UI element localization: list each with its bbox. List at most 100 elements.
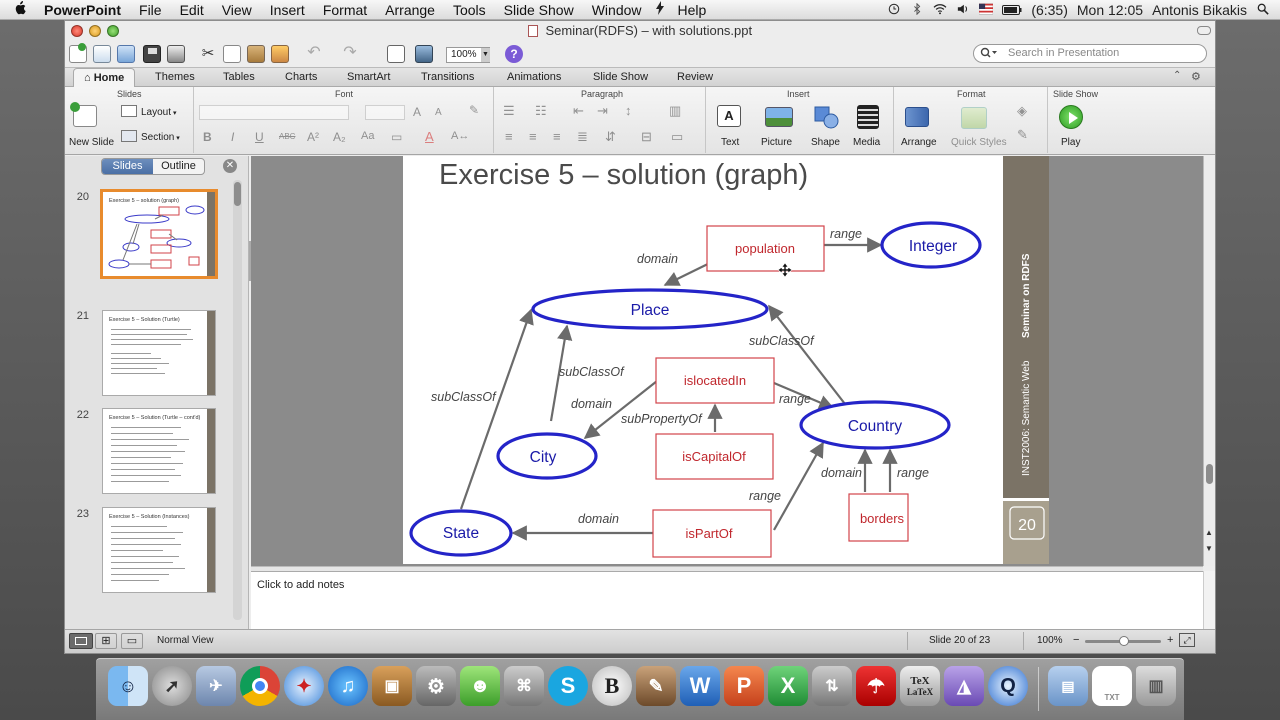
- bbedit-icon[interactable]: B: [592, 666, 632, 706]
- minimize-window-button[interactable]: [89, 25, 101, 37]
- tab-charts[interactable]: Charts: [285, 71, 317, 83]
- line-spacing-icon[interactable]: ↕: [625, 103, 632, 118]
- wifi-icon[interactable]: [933, 2, 947, 18]
- word-icon[interactable]: W: [680, 666, 720, 706]
- toolbar-toggle-button[interactable]: [1197, 26, 1211, 35]
- insert-text-button[interactable]: A Text: [713, 103, 749, 149]
- quicktime-icon[interactable]: Q: [988, 666, 1028, 706]
- search-input[interactable]: Search in Presentation: [973, 44, 1207, 63]
- adobe-reader-icon[interactable]: ☂: [856, 666, 896, 706]
- slide-scroll-thumb[interactable]: [1206, 464, 1213, 484]
- strikethrough-icon[interactable]: ABC: [279, 132, 295, 141]
- shape-fill-icon[interactable]: ◈: [1017, 103, 1027, 119]
- notes-scrollbar[interactable]: [1203, 571, 1215, 629]
- zoom-slider[interactable]: [1085, 636, 1161, 646]
- print-icon[interactable]: [167, 45, 185, 63]
- skype-icon[interactable]: S: [548, 666, 588, 706]
- slide-sorter-button[interactable]: ⊞: [95, 633, 117, 649]
- spotlight-icon[interactable]: [1256, 2, 1270, 18]
- tab-tables[interactable]: Tables: [223, 71, 255, 83]
- powerpoint-icon[interactable]: P: [724, 666, 764, 706]
- zoom-dropdown-arrow-icon[interactable]: ▼: [481, 48, 490, 62]
- launchpad-icon[interactable]: ➚: [152, 666, 192, 706]
- columns-icon[interactable]: ▥: [669, 103, 681, 119]
- section-button[interactable]: Section ▾: [121, 130, 180, 143]
- align-center-icon[interactable]: ≡: [529, 129, 537, 144]
- apple-menu-icon[interactable]: [0, 0, 35, 19]
- slide-thumbnail[interactable]: Exercise 5 – Solution (Turtle – cont'd): [102, 408, 216, 494]
- save-icon[interactable]: [143, 45, 161, 63]
- text-direction-icon[interactable]: ⇵: [605, 129, 616, 145]
- menu-format[interactable]: Format: [314, 2, 376, 18]
- highlight-color-icon[interactable]: ▭: [391, 130, 402, 144]
- preview-app-icon[interactable]: ✈: [196, 666, 236, 706]
- align-right-icon[interactable]: ≡: [553, 129, 561, 144]
- zoom-window-button[interactable]: [107, 25, 119, 37]
- normal-view-button[interactable]: [69, 633, 93, 649]
- texnicle-icon[interactable]: ◮: [944, 666, 984, 706]
- convert-smartart-icon[interactable]: ▭: [671, 129, 683, 145]
- menu-window[interactable]: Window: [583, 2, 651, 18]
- menu-app-name[interactable]: PowerPoint: [35, 2, 130, 18]
- zoom-slider-knob[interactable]: [1119, 636, 1129, 646]
- tab-home[interactable]: ⌂ Home: [73, 68, 136, 88]
- bullets-icon[interactable]: ☰: [503, 103, 515, 119]
- subscript-icon[interactable]: A₂: [333, 130, 346, 144]
- menu-help[interactable]: Help: [669, 2, 716, 18]
- slide-thumbnail[interactable]: Exercise 5 – solution (graph): [100, 189, 218, 279]
- show-gallery-icon[interactable]: [415, 45, 433, 63]
- increase-indent-icon[interactable]: ⇥: [597, 103, 608, 119]
- undo-icon[interactable]: ↶: [305, 45, 323, 63]
- paste-icon[interactable]: [247, 45, 265, 63]
- slide-thumbnail[interactable]: Exercise 5 – Solution (Instances): [102, 507, 216, 593]
- font-name-select[interactable]: [199, 105, 349, 120]
- new-slide-button[interactable]: New Slide: [69, 101, 117, 149]
- italic-icon[interactable]: I: [231, 130, 234, 144]
- close-window-button[interactable]: [71, 25, 83, 37]
- remote-desktop-icon[interactable]: ⌘: [504, 666, 544, 706]
- text-document-icon[interactable]: TXT: [1092, 666, 1132, 706]
- previous-slide-icon[interactable]: ▲: [1205, 528, 1213, 537]
- insert-shape-button[interactable]: Shape: [805, 103, 845, 149]
- clock[interactable]: Mon 12:05: [1077, 2, 1143, 18]
- battery-icon[interactable]: [1002, 2, 1022, 18]
- copy-icon[interactable]: [223, 45, 241, 63]
- decrease-indent-icon[interactable]: ⇤: [573, 103, 584, 119]
- gimp-icon[interactable]: ✎: [636, 666, 676, 706]
- messenger-icon[interactable]: ☻: [460, 666, 500, 706]
- layout-button[interactable]: Layout ▾: [121, 105, 177, 118]
- arrange-button[interactable]: Arrange: [899, 103, 939, 149]
- shape-line-icon[interactable]: ✎: [1017, 127, 1028, 143]
- open-folder-icon[interactable]: [117, 45, 135, 63]
- menu-arrange[interactable]: Arrange: [376, 2, 444, 18]
- itunes-icon[interactable]: ♫: [328, 666, 368, 706]
- tab-themes[interactable]: Themes: [155, 71, 195, 83]
- tab-slides[interactable]: Slides: [102, 159, 153, 174]
- ftp-client-icon[interactable]: ⇅: [812, 666, 852, 706]
- window-titlebar[interactable]: Seminar(RDFS) – with solutions.ppt: [65, 21, 1215, 43]
- cut-icon[interactable]: ✂: [199, 45, 217, 63]
- format-painter-icon[interactable]: [271, 45, 289, 63]
- character-spacing-icon[interactable]: A↔: [451, 130, 469, 142]
- menu-insert[interactable]: Insert: [261, 2, 314, 18]
- time-machine-icon[interactable]: [887, 2, 901, 18]
- safari-icon[interactable]: ✦: [284, 666, 324, 706]
- pane-scrollbar[interactable]: [233, 180, 242, 620]
- system-preferences-icon[interactable]: ⚙: [416, 666, 456, 706]
- font-color-icon[interactable]: A: [425, 129, 434, 144]
- underline-icon[interactable]: U: [255, 130, 264, 144]
- slide-thumbnail[interactable]: Exercise 5 – Solution (Turtle): [102, 310, 216, 396]
- font-shrink-icon[interactable]: A: [435, 107, 442, 118]
- notes-placeholder[interactable]: Click to add notes: [257, 579, 344, 591]
- help-icon[interactable]: ?: [505, 45, 523, 63]
- collapse-ribbon-icon[interactable]: ⌃: [1173, 70, 1181, 81]
- slide-canvas[interactable]: Exercise 5 – solution (graph) 20 INST200…: [403, 156, 1049, 564]
- applications-folder-icon[interactable]: ▤: [1048, 666, 1088, 706]
- iphoto-icon[interactable]: ▣: [372, 666, 412, 706]
- menu-slide-show[interactable]: Slide Show: [495, 2, 583, 18]
- notes-pane[interactable]: Click to add notes: [251, 571, 1203, 629]
- trash-icon[interactable]: ▥: [1136, 666, 1176, 706]
- pane-scroll-thumb[interactable]: [234, 182, 241, 206]
- tab-transitions[interactable]: Transitions: [421, 71, 474, 83]
- redo-icon[interactable]: ↷: [341, 45, 359, 63]
